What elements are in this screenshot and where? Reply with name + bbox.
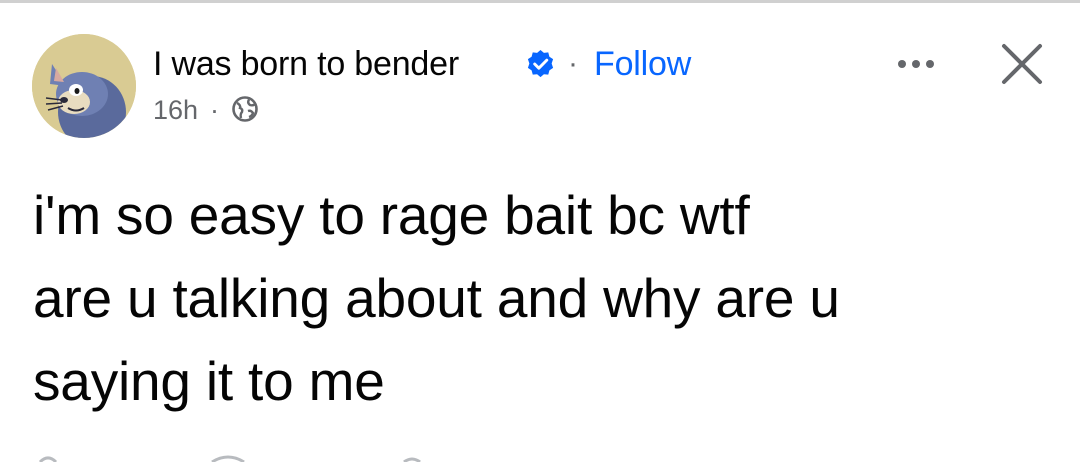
author-name[interactable]: I was born to bender <box>153 44 459 84</box>
post-text: i'm so easy to rage bait bc wtf are u ta… <box>33 184 840 412</box>
action-bar-edge <box>38 455 421 462</box>
timestamp-separator: · <box>210 95 219 125</box>
post-timestamp[interactable]: 16h <box>153 94 198 126</box>
header-separator: · <box>568 47 578 80</box>
post-header: I was born to bender · Follow 16h · <box>0 0 1080 150</box>
more-options-icon[interactable] <box>888 42 944 86</box>
close-icon[interactable] <box>996 38 1048 90</box>
follow-button[interactable]: Follow <box>594 44 691 84</box>
avatar-image <box>32 34 136 138</box>
avatar[interactable] <box>32 34 136 138</box>
globe-icon <box>232 96 258 122</box>
verified-badge-icon <box>527 49 554 78</box>
